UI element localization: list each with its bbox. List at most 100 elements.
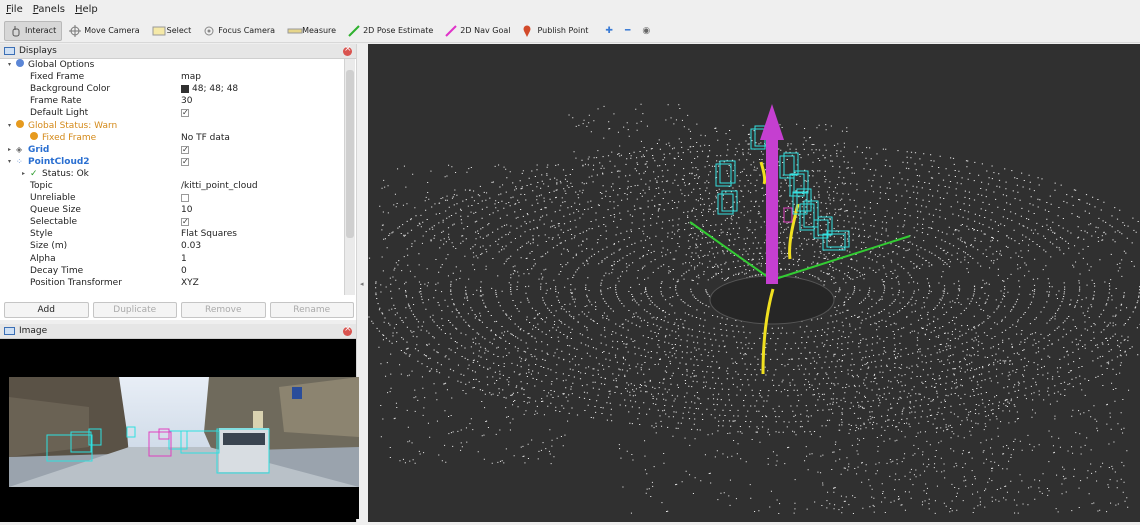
property-value[interactable]: 0.03 bbox=[181, 240, 201, 252]
property-name: Default Light bbox=[30, 108, 89, 119]
expand-down-icon[interactable]: ▾ bbox=[8, 120, 16, 132]
display-row[interactable]: Position Transformer XYZ bbox=[0, 277, 344, 289]
monitor-icon bbox=[4, 327, 15, 335]
tool-label: 2D Pose Estimate bbox=[363, 26, 434, 35]
displays-panel: Displays ▾Global OptionsFixed FramemapBa… bbox=[0, 44, 356, 320]
property-value[interactable]: Flat Squares bbox=[181, 228, 237, 240]
tool-select[interactable]: Select bbox=[147, 21, 197, 41]
display-row[interactable]: Frame Rate 30 bbox=[0, 95, 344, 107]
collapse-arrow-icon[interactable]: ◂ bbox=[360, 280, 364, 288]
pose-arrow-icon bbox=[348, 24, 360, 37]
property-value[interactable]: XYZ bbox=[181, 277, 199, 289]
display-row[interactable]: Background Color 48; 48; 48 bbox=[0, 83, 344, 95]
tool-2d-pose-estimate[interactable]: 2D Pose Estimate bbox=[343, 21, 438, 41]
property-value[interactable]: map bbox=[181, 71, 201, 83]
expand-right-icon[interactable]: ▸ bbox=[22, 168, 30, 180]
remove-button[interactable]: Remove bbox=[181, 302, 266, 318]
property-value[interactable]: 48; 48; 48 bbox=[192, 83, 238, 95]
display-row[interactable]: ▾ Global Status: Warn bbox=[0, 119, 344, 131]
display-row[interactable]: ▸ ✓ Status: Ok bbox=[0, 168, 344, 180]
select-icon bbox=[152, 25, 166, 37]
menu-bar: File Panels Help bbox=[0, 0, 1140, 19]
display-row[interactable]: Style Flat Squares bbox=[0, 228, 344, 240]
display-row[interactable]: Alpha 1 bbox=[0, 253, 344, 265]
tool-move-camera[interactable]: Move Camera bbox=[64, 21, 144, 41]
duplicate-button[interactable]: Duplicate bbox=[92, 302, 177, 318]
property-value[interactable]: 1 bbox=[181, 253, 187, 265]
display-row[interactable]: Unreliable bbox=[0, 192, 344, 204]
display-row[interactable]: Queue Size 10 bbox=[0, 204, 344, 216]
color-swatch[interactable] bbox=[181, 85, 189, 94]
property-value[interactable]: No TF data bbox=[181, 132, 230, 144]
tool-focus-camera[interactable]: Focus Camera bbox=[198, 21, 280, 41]
display-row[interactable]: ▸ ◈ Grid bbox=[0, 144, 344, 156]
property-name: Queue Size bbox=[30, 205, 81, 216]
bounding-box bbox=[822, 230, 850, 251]
checkbox[interactable] bbox=[181, 107, 189, 119]
displays-scrollbar[interactable] bbox=[344, 59, 355, 295]
displays-buttons: Add Duplicate Remove Rename bbox=[4, 302, 354, 320]
tool-label: 2D Nav Goal bbox=[460, 26, 511, 35]
checkbox[interactable] bbox=[181, 216, 189, 228]
menu-file[interactable]: File bbox=[6, 4, 23, 15]
property-value[interactable]: 0 bbox=[181, 265, 187, 277]
tool-label: Move Camera bbox=[84, 26, 140, 35]
rename-button[interactable]: Rename bbox=[269, 302, 354, 318]
property-name: Style bbox=[30, 229, 53, 240]
expand-right-icon[interactable]: ▸ bbox=[8, 144, 16, 156]
property-name: Position Transformer bbox=[30, 277, 122, 288]
display-row[interactable]: Selectable bbox=[0, 216, 344, 228]
axis-line bbox=[689, 221, 773, 281]
hand-icon bbox=[10, 25, 22, 37]
add-button[interactable]: Add bbox=[4, 302, 89, 318]
property-name: Grid bbox=[28, 144, 50, 155]
display-row[interactable]: ▾ ⁘ PointCloud2 bbox=[0, 156, 344, 168]
tool-2d-nav-goal[interactable]: 2D Nav Goal bbox=[440, 21, 515, 41]
scrollbar-thumb[interactable] bbox=[346, 70, 354, 238]
property-name: Frame Rate bbox=[30, 96, 82, 107]
display-row[interactable]: Size (m) 0.03 bbox=[0, 240, 344, 252]
tool-label: Interact bbox=[25, 26, 57, 35]
3d-viewport[interactable] bbox=[368, 44, 1140, 522]
display-row[interactable]: Topic/kitti_point_cloud bbox=[0, 180, 344, 192]
minus-icon[interactable]: ━ bbox=[625, 26, 630, 36]
close-icon[interactable] bbox=[343, 324, 352, 336]
displays-tree: ▾ Global Options Fixed Frame map Background … bbox=[0, 59, 344, 295]
displays-title: Displays bbox=[19, 46, 57, 56]
eye-icon[interactable]: ◉ bbox=[642, 26, 650, 36]
point-cloud-view[interactable] bbox=[368, 44, 1140, 522]
expand-down-icon[interactable]: ▾ bbox=[8, 156, 16, 168]
bounding-box bbox=[799, 200, 819, 231]
bounding-box bbox=[715, 160, 736, 187]
plus-icon[interactable]: ✚ bbox=[605, 26, 613, 36]
checkbox[interactable] bbox=[181, 156, 189, 168]
property-name: Background Color bbox=[30, 84, 111, 95]
close-icon[interactable] bbox=[343, 44, 352, 56]
display-row[interactable]: Decay Time 0 bbox=[0, 265, 344, 277]
grid-icon: ◈ bbox=[16, 144, 23, 154]
display-row[interactable]: Fixed Frame No TF data bbox=[0, 131, 344, 144]
measure-icon bbox=[287, 25, 303, 37]
property-value[interactable]: 30 bbox=[181, 95, 192, 107]
property-value[interactable]: 10 bbox=[181, 204, 192, 216]
tool-publish-point[interactable]: Publish Point bbox=[517, 21, 593, 41]
display-row[interactable]: ▾ Global Options bbox=[0, 59, 344, 71]
property-name: Fixed Frame bbox=[30, 72, 85, 83]
checkbox[interactable] bbox=[181, 194, 189, 203]
checkbox[interactable] bbox=[181, 144, 189, 156]
nav-arrow-icon bbox=[445, 24, 458, 37]
toolbar: Interact Move Camera Select Focus Camera Mea… bbox=[0, 19, 1140, 43]
displays-title-bar: Displays bbox=[0, 44, 356, 59]
menu-panels[interactable]: Panels bbox=[33, 4, 65, 15]
property-value[interactable]: /kitti_point_cloud bbox=[181, 180, 258, 192]
property-name: Selectable bbox=[30, 217, 78, 228]
tool-interact[interactable]: Interact bbox=[4, 20, 63, 41]
expand-down-icon[interactable]: ▾ bbox=[8, 59, 16, 71]
display-row[interactable]: Fixed Frame map bbox=[0, 71, 344, 83]
display-row[interactable]: Default Light bbox=[0, 107, 344, 119]
ok-icon: ✓ bbox=[30, 168, 38, 179]
image-panel: Image bbox=[0, 324, 359, 522]
tool-measure[interactable]: Measure bbox=[282, 21, 341, 41]
property-name: Decay Time bbox=[30, 265, 84, 276]
menu-help[interactable]: Help bbox=[75, 4, 98, 15]
